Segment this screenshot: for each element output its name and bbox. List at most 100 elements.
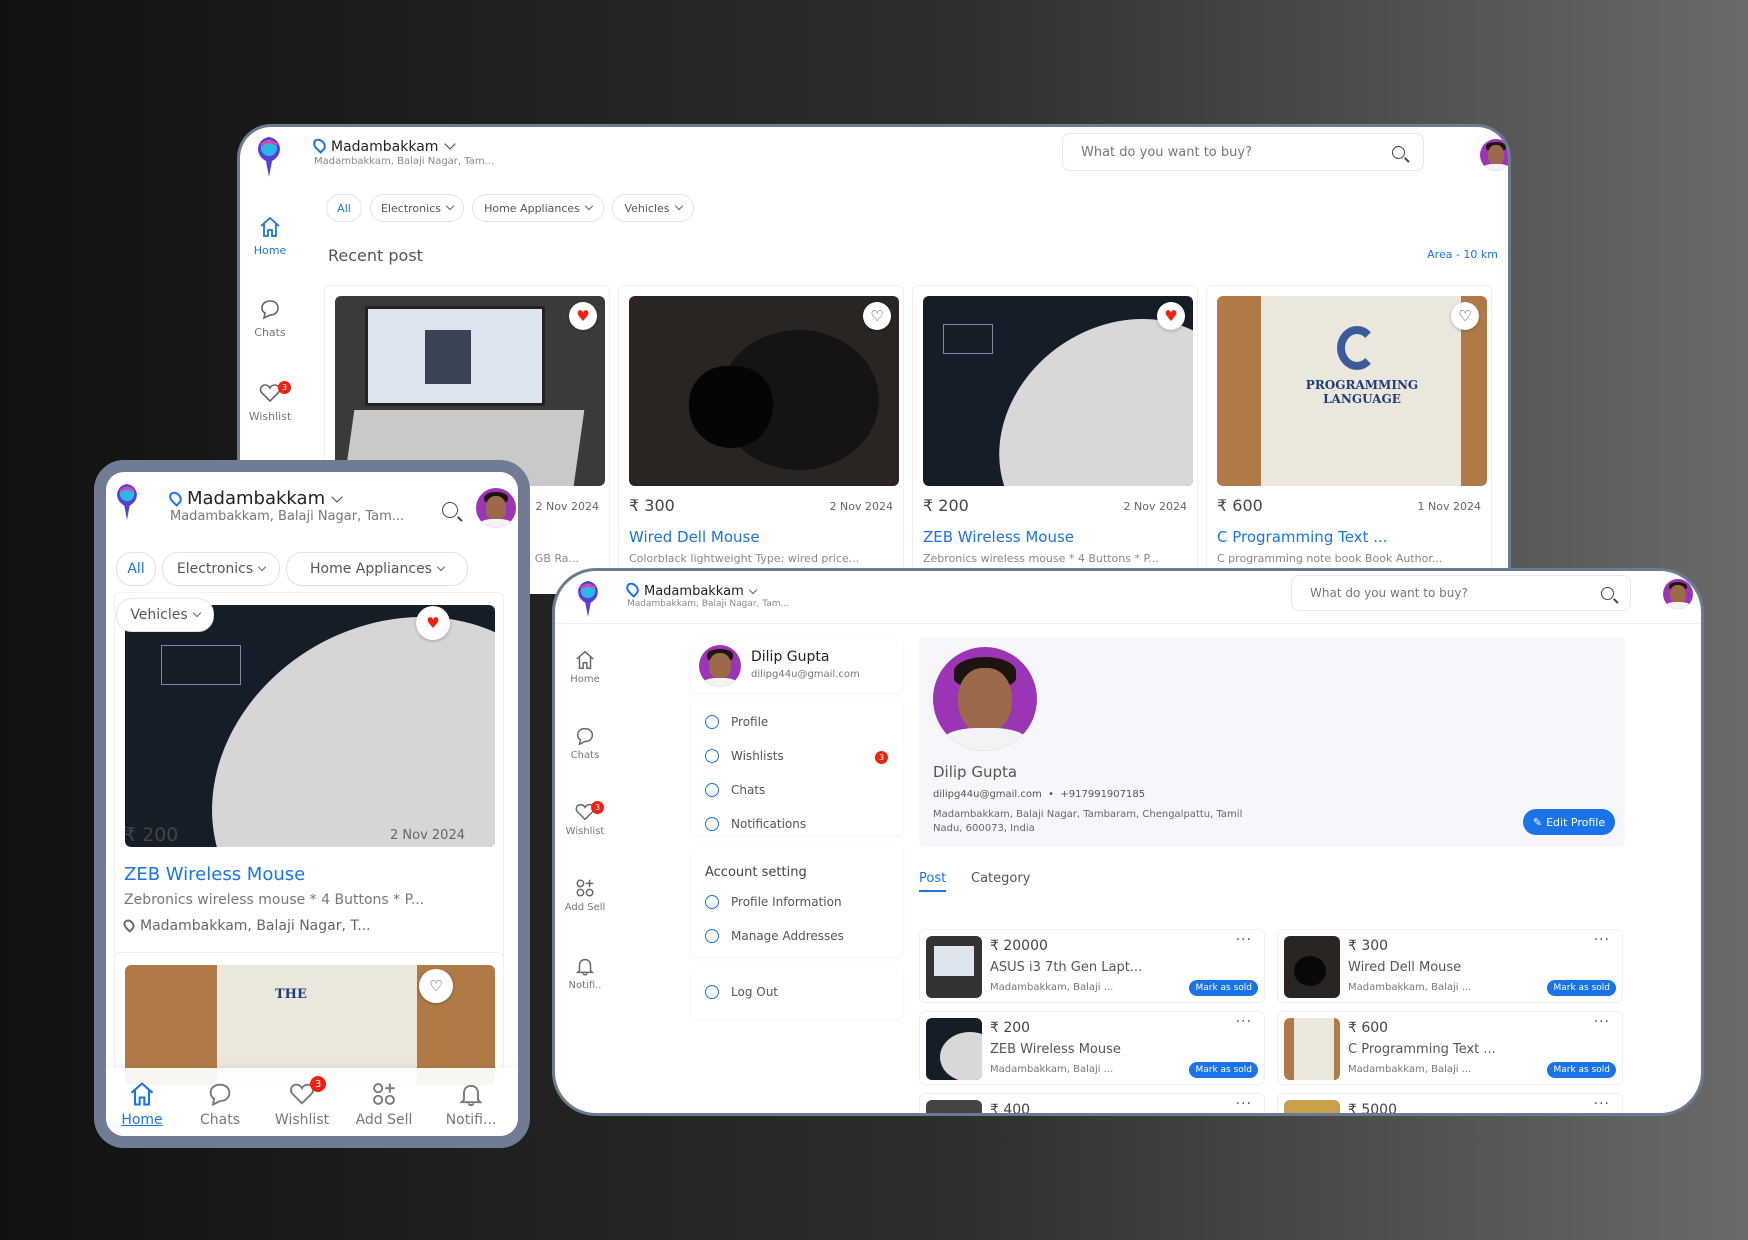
post-image-wireless-mouse	[923, 296, 1193, 486]
nav-notifications-label: Notifi..	[568, 980, 602, 991]
wishlist-toggle-button[interactable]: ♥	[569, 302, 597, 330]
listing-item[interactable]: ₹ 5000 ···	[1277, 1093, 1623, 1113]
avatar[interactable]	[1663, 579, 1693, 609]
post-card[interactable]: ♥ ₹ 200 2 Nov 2024 ZEB Wireless Mouse Ze…	[912, 285, 1198, 594]
filter-home-appliances[interactable]: Home Appliances	[286, 552, 468, 586]
nav-wishlist[interactable]: 3 Wishlist	[561, 801, 609, 837]
search-input[interactable]: What do you want to buy?	[1291, 575, 1631, 611]
search-icon[interactable]	[442, 502, 458, 518]
app-logo[interactable]	[252, 135, 286, 179]
listing-title: Wired Dell Mouse	[1348, 960, 1462, 975]
search-icon[interactable]	[1601, 587, 1614, 600]
menu-manage-addresses[interactable]: Manage Addresses	[705, 929, 844, 943]
edit-profile-button[interactable]: ✎ Edit Profile	[1523, 809, 1615, 835]
nav-chats[interactable]: Chats	[561, 725, 609, 761]
listing-image-mouse	[1284, 936, 1340, 998]
tab-wishlist[interactable]: 3 Wishlist	[266, 1076, 338, 1128]
menu-profile-information[interactable]: Profile Information	[705, 895, 842, 909]
wishlist-toggle-button[interactable]: ♥	[416, 606, 450, 640]
location-selector[interactable]: Madambakkam Madambakkam, Balaji Nagar, T…	[166, 488, 404, 524]
tab-add-sell[interactable]: Add Sell	[348, 1080, 420, 1128]
wishlist-toggle-button[interactable]: ♡	[419, 969, 453, 1003]
post-price: ₹ 200	[124, 824, 179, 846]
nav-home[interactable]: Home	[246, 215, 294, 257]
location-pin-icon	[121, 917, 137, 933]
area-radius[interactable]: Area - 10 km	[1427, 248, 1498, 261]
post-title[interactable]: ZEB Wireless Mouse	[923, 528, 1074, 546]
heart-icon	[705, 749, 719, 763]
account-setting-heading: Account setting	[705, 865, 807, 880]
filter-electronics[interactable]: Electronics	[162, 552, 280, 586]
logout-button[interactable]: Log Out	[705, 985, 778, 999]
post-date: 2 Nov 2024	[535, 500, 599, 513]
more-options-icon[interactable]: ···	[1594, 1096, 1610, 1112]
more-options-icon[interactable]: ···	[1236, 1014, 1252, 1030]
app-logo[interactable]	[112, 482, 143, 522]
profile-name: Dilip Gupta	[933, 763, 1018, 781]
filter-all[interactable]: All	[326, 194, 362, 222]
profile-photo	[933, 647, 1037, 751]
mark-as-sold-button[interactable]: Mark as sold	[1547, 1062, 1616, 1078]
menu-wishlists[interactable]: Wishlists	[705, 749, 784, 763]
location-selector[interactable]: Madambakkam Madambakkam, Balaji Nagar, T…	[310, 136, 494, 167]
mark-as-sold-button[interactable]: Mark as sold	[1189, 1062, 1258, 1078]
listing-item[interactable]: ₹ 400 ···	[919, 1093, 1265, 1113]
wishlist-toggle-button[interactable]: ♡	[863, 302, 891, 330]
listing-item[interactable]: ₹ 200 ZEB Wireless Mouse Madambakkam, Ba…	[919, 1011, 1265, 1085]
nav-chats-label: Chats	[570, 750, 600, 761]
location-pin-icon	[623, 580, 642, 598]
avatar[interactable]	[1480, 139, 1508, 171]
nav-home[interactable]: Home	[561, 649, 609, 685]
listing-item[interactable]: ₹ 300 Wired Dell Mouse Madambakkam, Bala…	[1277, 929, 1623, 1003]
nav-chats[interactable]: Chats	[246, 297, 294, 339]
location-pin-icon	[310, 136, 329, 154]
nav-add-sell[interactable]: Add Sell	[561, 877, 609, 913]
post-title[interactable]: ZEB Wireless Mouse	[124, 864, 305, 885]
listing-title: C Programming Text ...	[1348, 1042, 1496, 1057]
add-sell-icon	[373, 1083, 395, 1105]
profile-page-frame: Madambakkam Madambakkam, Balaji Nagar, T…	[552, 568, 1704, 1116]
post-card[interactable]: THE ♡	[114, 952, 504, 1085]
post-card[interactable]: PROGRAMMING LANGUAGE ♡ ₹ 600 1 Nov 2024 C…	[1206, 285, 1492, 594]
listing-item[interactable]: ₹ 20000 ASUS i3 7th Gen Lapt... Madambak…	[919, 929, 1265, 1003]
more-options-icon[interactable]: ···	[1594, 1014, 1610, 1030]
bell-icon	[575, 958, 595, 976]
filter-electronics[interactable]: Electronics	[370, 194, 464, 222]
post-title[interactable]: Wired Dell Mouse	[629, 528, 760, 546]
more-options-icon[interactable]: ···	[1236, 1096, 1252, 1112]
post-card[interactable]	[114, 592, 504, 996]
filter-vehicles[interactable]: Vehicles	[612, 194, 694, 222]
nav-notifications[interactable]: Notifi..	[561, 955, 609, 991]
nav-wishlist[interactable]: 3 Wishlist	[246, 381, 294, 423]
tab-home[interactable]: Home	[116, 1080, 168, 1128]
app-logo[interactable]	[573, 579, 604, 619]
filter-home-appliances[interactable]: Home Appliances	[472, 194, 604, 222]
filter-vehicles[interactable]: Vehicles	[116, 598, 214, 632]
more-options-icon[interactable]: ···	[1594, 932, 1610, 948]
tab-notifications[interactable]: Notifi...	[436, 1080, 506, 1128]
tab-chats[interactable]: Chats	[192, 1080, 248, 1128]
tab-post[interactable]: Post	[919, 871, 947, 892]
filter-all[interactable]: All	[116, 552, 156, 586]
menu-profile[interactable]: Profile	[705, 715, 768, 729]
listing-item[interactable]: ₹ 600 C Programming Text ... Madambakkam…	[1277, 1011, 1623, 1085]
mark-as-sold-button[interactable]: Mark as sold	[1189, 980, 1258, 996]
listing-image-book	[1284, 1018, 1340, 1080]
listing-image-wireless-mouse	[926, 1018, 982, 1080]
wishlist-toggle-button[interactable]: ♡	[1451, 302, 1479, 330]
post-date: 2 Nov 2024	[390, 828, 465, 843]
menu-chats[interactable]: Chats	[705, 783, 765, 797]
bottom-tab-bar: Home Chats 3 Wishlist Add Sell Notifi...	[106, 1068, 518, 1136]
post-card[interactable]: ♡ ₹ 300 2 Nov 2024 Wired Dell Mouse Colo…	[618, 285, 904, 594]
tab-category[interactable]: Category	[971, 871, 1030, 886]
more-options-icon[interactable]: ···	[1236, 932, 1252, 948]
avatar[interactable]	[476, 488, 516, 528]
search-input[interactable]: What do you want to buy?	[1062, 133, 1424, 171]
location-selector[interactable]: Madambakkam Madambakkam, Balaji Nagar, T…	[623, 580, 789, 609]
search-icon[interactable]	[1392, 146, 1405, 159]
user-name: Dilip Gupta	[751, 649, 830, 665]
mark-as-sold-button[interactable]: Mark as sold	[1547, 980, 1616, 996]
post-title[interactable]: C Programming Text ...	[1217, 528, 1388, 546]
wishlist-toggle-button[interactable]: ♥	[1157, 302, 1185, 330]
menu-notifications[interactable]: Notifications	[705, 817, 806, 831]
